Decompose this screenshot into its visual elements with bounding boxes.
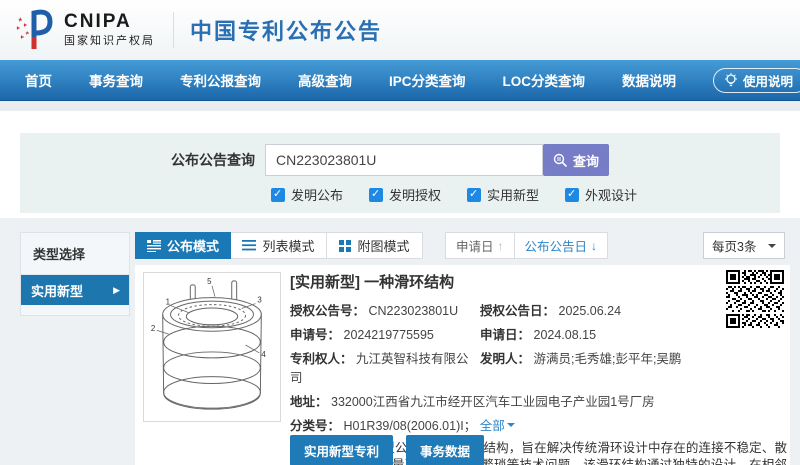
sidebar-item-label: 实用新型: [31, 283, 84, 299]
filter-invention-publish[interactable]: 发明公布: [271, 185, 343, 204]
field-application-number: 申请号： 2024219775595: [290, 328, 434, 342]
dropdown-triangle-icon: [506, 423, 515, 431]
search-icon: [553, 153, 568, 167]
logo-org: 国家知识产权局: [64, 35, 155, 47]
type-filters: 发明公布 发明授权 实用新型 外观设计: [271, 185, 637, 204]
nav-item-ipc[interactable]: IPC分类查询: [389, 70, 466, 90]
chevron-right-icon: ▶: [113, 284, 120, 295]
nav-item-home[interactable]: 首页: [25, 70, 52, 90]
field-application-date: 申请日： 2024.08.15: [480, 328, 597, 342]
search-button[interactable]: 查询: [543, 144, 609, 176]
site-title: 中国专利公布公告: [190, 19, 383, 44]
utility-patent-button[interactable]: 实用新型专利: [290, 435, 394, 465]
filter-label: 实用新型: [487, 188, 540, 203]
header-divider: [173, 12, 174, 48]
type-sidebar: 类型选择 实用新型 ▶: [20, 232, 130, 316]
search-input[interactable]: [265, 144, 543, 176]
filter-label: 外观设计: [585, 188, 638, 203]
figure-label: 5: [207, 277, 212, 286]
result-card: 1 2 3 4 5 [实用新型] 一种滑环结构 授权公告号： CN2230238…: [135, 265, 790, 465]
search-label: 公布公告查询: [171, 152, 255, 168]
patent-name: 一种滑环结构: [364, 274, 455, 291]
search-panel: 公布公告查询 查询 发明公布 发明授权 实用新型: [20, 133, 780, 213]
checkbox-checked-icon[interactable]: [369, 187, 384, 202]
field-grant-date: 授权公告日： 2025.06.24: [480, 304, 622, 318]
view-mode-tabs: 公布模式 列表模式 附图模式: [135, 232, 423, 259]
page: CNIPA 国家知识产权局 中国专利公布公告 首页 事务查询 专利公报查询 高级…: [0, 0, 800, 465]
figure-mode-icon: [339, 239, 352, 252]
sidebar-title: 类型选择: [21, 233, 129, 275]
site-header: CNIPA 国家知识产权局 中国专利公布公告: [0, 0, 800, 60]
patent-category: [实用新型]: [290, 274, 360, 291]
field-grant-number: 授权公告号： CN223023801U: [290, 304, 459, 318]
action-buttons: 实用新型专利 事务数据: [290, 435, 485, 465]
checkbox-checked-icon[interactable]: [271, 187, 285, 202]
field-grid: 授权公告号： CN223023801U 授权公告日： 2025.06.24 申请…: [290, 300, 714, 386]
figure-label: 4: [261, 350, 266, 359]
tab-publish-mode[interactable]: 公布模式: [135, 232, 231, 259]
lightbulb-icon: [724, 72, 738, 89]
arrow-up-icon: [498, 239, 504, 253]
nav-item-affairs[interactable]: 事务查询: [89, 70, 143, 90]
checkbox-checked-icon[interactable]: [565, 187, 580, 202]
nav-item-advanced[interactable]: 高级查询: [298, 70, 352, 90]
search-button-label: 查询: [572, 153, 599, 169]
cnipa-logo-icon: [16, 9, 53, 49]
cnipa-logo[interactable]: CNIPA 国家知识产权局: [14, 9, 155, 51]
filter-invention-grant[interactable]: 发明授权: [369, 185, 441, 204]
logo-acronym: CNIPA: [64, 11, 132, 32]
field-patentee: 专利权人： 九江英智科技有限公司: [290, 352, 469, 385]
nav-item-loc[interactable]: LOC分类查询: [503, 70, 586, 90]
logo-text: CNIPA 国家知识产权局: [64, 12, 155, 48]
main-nav: 首页 事务查询 专利公报查询 高级查询 IPC分类查询 LOC分类查询 数据说明…: [0, 60, 800, 101]
figure-label: 2: [151, 324, 155, 333]
figure-label: 3: [257, 296, 262, 305]
help-label: 使用说明: [742, 75, 793, 89]
tab-label: 公布模式: [166, 239, 219, 254]
qr-code[interactable]: [726, 270, 784, 328]
content-area: 类型选择 实用新型 ▶ 公布模式 列表模式 附图模式 申请日 ↑ 公布公告日 ↓…: [0, 218, 800, 465]
classification-all-link[interactable]: 全部: [480, 419, 505, 433]
field-inventors: 发明人： 游满员;毛秀雄;彭平年;吴鹏: [480, 352, 682, 366]
search-row: 公布公告查询 查询: [20, 144, 780, 176]
list-mode-icon: [242, 240, 257, 251]
page-size-select[interactable]: 每页3条: [703, 232, 785, 259]
filter-design[interactable]: 外观设计: [565, 185, 637, 204]
patent-title[interactable]: [实用新型] 一种滑环结构: [290, 271, 714, 292]
nav-item-gazette[interactable]: 专利公报查询: [180, 70, 261, 90]
sort-label: 申请日: [456, 240, 494, 254]
affairs-data-button[interactable]: 事务数据: [406, 435, 485, 465]
tab-figure-mode[interactable]: 附图模式: [327, 232, 423, 259]
checkbox-checked-icon[interactable]: [467, 187, 482, 202]
tab-label: 列表模式: [262, 239, 315, 254]
sort-by-application-date[interactable]: 申请日: [445, 232, 515, 259]
field-classification: 分类号： H01R39/08(2006.01)I； 全部: [290, 415, 785, 434]
help-button[interactable]: 使用说明: [712, 68, 800, 93]
nav-item-data-desc[interactable]: 数据说明: [622, 70, 676, 90]
arrow-down-icon: [591, 239, 597, 253]
tab-label: 附图模式: [357, 239, 410, 254]
sidebar-item-utility-model[interactable]: 实用新型 ▶: [21, 275, 129, 305]
publish-mode-icon: [146, 239, 161, 252]
tab-list-mode[interactable]: 列表模式: [231, 232, 327, 259]
divider-strip: [0, 101, 800, 111]
filter-utility-model[interactable]: 实用新型: [467, 185, 539, 204]
figure-label: 1: [166, 298, 170, 307]
sort-by-publication-date[interactable]: 公布公告日: [514, 232, 609, 259]
filter-label: 发明授权: [389, 188, 442, 203]
filter-label: 发明公布: [291, 188, 344, 203]
result-toolbar: 公布模式 列表模式 附图模式 申请日 ↑ 公布公告日 ↓ 每页3条: [135, 232, 790, 259]
patent-figure[interactable]: 1 2 3 4 5: [143, 272, 281, 422]
sort-label: 公布公告日: [524, 240, 588, 254]
field-address: 地址： 332000江西省九江市经开区汽车工业园电子产业园1号厂房: [290, 395, 655, 409]
sort-controls: 申请日 公布公告日: [445, 232, 609, 259]
